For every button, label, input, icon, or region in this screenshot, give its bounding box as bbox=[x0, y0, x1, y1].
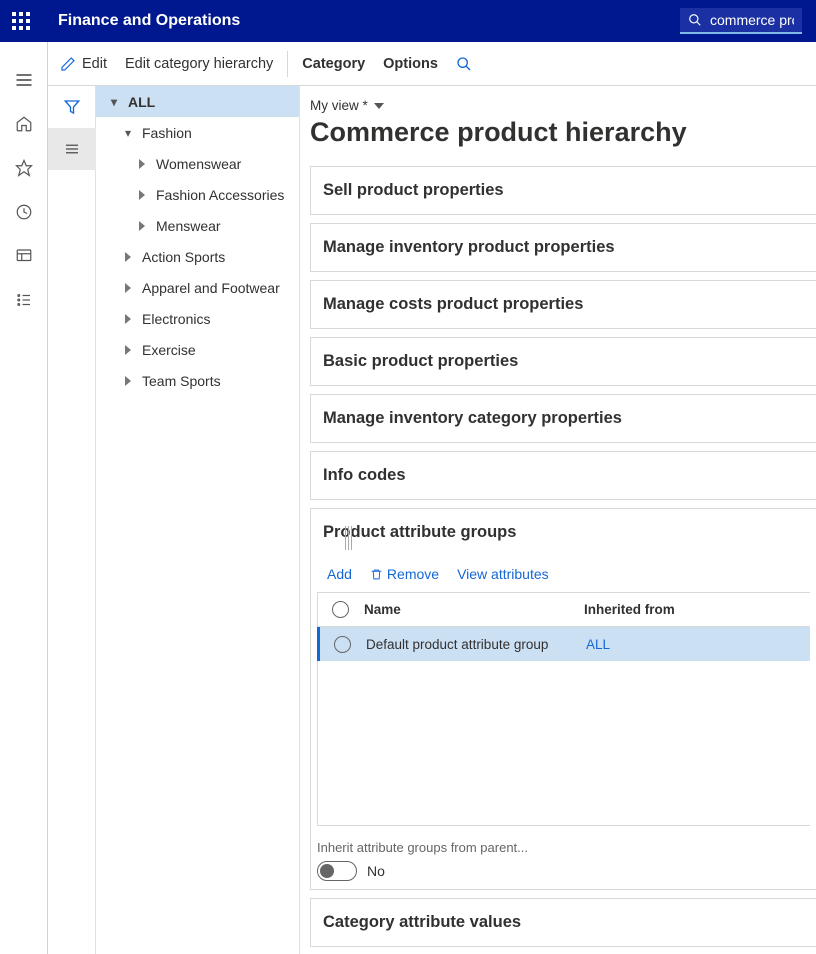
fasttab-attribute-groups[interactable]: Product attribute groups bbox=[310, 508, 816, 556]
tree-item-fashion[interactable]: Fashion bbox=[96, 117, 299, 148]
fasttab-infocodes[interactable]: Info codes bbox=[310, 451, 816, 500]
tree-item-label: Action Sports bbox=[142, 249, 225, 265]
tree-item-label: Menswear bbox=[156, 218, 221, 234]
caret-right-icon[interactable] bbox=[136, 159, 148, 169]
filter-icon[interactable] bbox=[48, 86, 96, 128]
tree-item-label: ALL bbox=[128, 94, 155, 110]
fasttab-costs[interactable]: Manage costs product properties bbox=[310, 280, 816, 329]
tree-item-label: Exercise bbox=[142, 342, 196, 358]
tree-item-exercise[interactable]: Exercise bbox=[96, 334, 299, 365]
fasttab-attribute-groups-body: Add Remove View attributes Na bbox=[310, 556, 816, 890]
global-search[interactable] bbox=[680, 8, 802, 34]
tree-item-label: Team Sports bbox=[142, 373, 221, 389]
add-button[interactable]: Add bbox=[327, 566, 352, 582]
caret-right-icon[interactable] bbox=[122, 314, 134, 324]
tree-item-fashion-accessories[interactable]: Fashion Accessories bbox=[96, 179, 299, 210]
tree-item-action-sports[interactable]: Action Sports bbox=[96, 241, 299, 272]
toolbar-search-button[interactable] bbox=[456, 56, 472, 72]
tree-item-apparel-and-footwear[interactable]: Apparel and Footwear bbox=[96, 272, 299, 303]
favorites-icon[interactable] bbox=[0, 146, 48, 190]
remove-label: Remove bbox=[387, 566, 439, 582]
chevron-down-icon bbox=[374, 103, 384, 109]
left-nav-rail bbox=[0, 42, 48, 954]
global-search-input[interactable] bbox=[710, 12, 794, 28]
fasttab-category-attr-values[interactable]: Category attribute values bbox=[310, 898, 816, 947]
cell-inherited[interactable]: ALL bbox=[586, 637, 810, 652]
inherit-toggle-label: Inherit attribute groups from parent... bbox=[317, 840, 810, 855]
edit-button[interactable]: Edit bbox=[60, 56, 107, 72]
brand-title: Finance and Operations bbox=[58, 12, 240, 30]
options-button[interactable]: Options bbox=[383, 56, 438, 72]
col-header-name[interactable]: Name bbox=[362, 602, 584, 617]
page-title: Commerce product hierarchy bbox=[310, 117, 816, 148]
row-select-radio[interactable] bbox=[320, 636, 364, 653]
trash-icon bbox=[370, 568, 383, 581]
tree-item-label: Womenswear bbox=[156, 156, 241, 172]
view-attributes-button[interactable]: View attributes bbox=[457, 566, 549, 582]
tree-item-all[interactable]: ALL bbox=[96, 86, 299, 117]
tree-item-menswear[interactable]: Menswear bbox=[96, 210, 299, 241]
filter-rail bbox=[48, 86, 96, 954]
category-tree: ALL Fashion Womenswear Fashion Accessories M… bbox=[96, 86, 300, 954]
app-launcher-icon[interactable] bbox=[12, 12, 30, 30]
hamburger-icon[interactable] bbox=[0, 58, 48, 102]
edit-label: Edit bbox=[82, 56, 107, 72]
table-row[interactable]: Default product attribute group ALL bbox=[317, 627, 810, 661]
tree-item-label: Electronics bbox=[142, 311, 210, 327]
attribute-groups-grid: Name Inherited from Default product attr… bbox=[317, 592, 810, 826]
tree-item-womenswear[interactable]: Womenswear bbox=[96, 148, 299, 179]
list-view-toggle[interactable] bbox=[48, 128, 96, 170]
pane-resize-handle[interactable] bbox=[345, 526, 355, 550]
caret-right-icon[interactable] bbox=[136, 190, 148, 200]
inherit-toggle-value: No bbox=[367, 863, 385, 879]
edit-hierarchy-label: Edit category hierarchy bbox=[125, 56, 273, 72]
caret-down-icon[interactable] bbox=[122, 126, 134, 140]
main-pane: My view * Commerce product hierarchy Sel… bbox=[300, 86, 816, 954]
recent-icon[interactable] bbox=[0, 190, 48, 234]
search-icon bbox=[688, 13, 702, 27]
caret-right-icon[interactable] bbox=[122, 345, 134, 355]
view-label-text: My view * bbox=[310, 98, 368, 113]
home-icon[interactable] bbox=[0, 102, 48, 146]
options-label: Options bbox=[383, 56, 438, 72]
edit-hierarchy-button[interactable]: Edit category hierarchy bbox=[125, 56, 273, 72]
category-button[interactable]: Category bbox=[302, 56, 365, 72]
remove-button[interactable]: Remove bbox=[370, 566, 439, 582]
caret-right-icon[interactable] bbox=[122, 252, 134, 262]
caret-down-icon[interactable] bbox=[108, 95, 120, 109]
caret-right-icon[interactable] bbox=[122, 283, 134, 293]
tree-item-electronics[interactable]: Electronics bbox=[96, 303, 299, 334]
modules-icon[interactable] bbox=[0, 278, 48, 322]
fasttab-inventory-product[interactable]: Manage inventory product properties bbox=[310, 223, 816, 272]
fasttab-inventory-category[interactable]: Manage inventory category properties bbox=[310, 394, 816, 443]
fasttab-basic[interactable]: Basic product properties bbox=[310, 337, 816, 386]
cell-name: Default product attribute group bbox=[364, 637, 586, 652]
action-toolbar: Edit Edit category hierarchy Category Op… bbox=[48, 42, 816, 86]
col-header-inherited[interactable]: Inherited from bbox=[584, 602, 810, 617]
fasttab-sell[interactable]: Sell product properties bbox=[310, 166, 816, 215]
tree-item-team-sports[interactable]: Team Sports bbox=[96, 365, 299, 396]
caret-right-icon[interactable] bbox=[122, 376, 134, 386]
tree-item-label: Fashion Accessories bbox=[156, 187, 284, 203]
view-selector[interactable]: My view * bbox=[310, 98, 816, 113]
inherit-toggle[interactable] bbox=[317, 861, 357, 881]
tree-item-label: Fashion bbox=[142, 125, 192, 141]
tree-item-label: Apparel and Footwear bbox=[142, 280, 280, 296]
category-label: Category bbox=[302, 56, 365, 72]
toolbar-divider bbox=[287, 51, 288, 77]
caret-right-icon[interactable] bbox=[136, 221, 148, 231]
workspaces-icon[interactable] bbox=[0, 234, 48, 278]
select-all-radio[interactable] bbox=[318, 601, 362, 618]
